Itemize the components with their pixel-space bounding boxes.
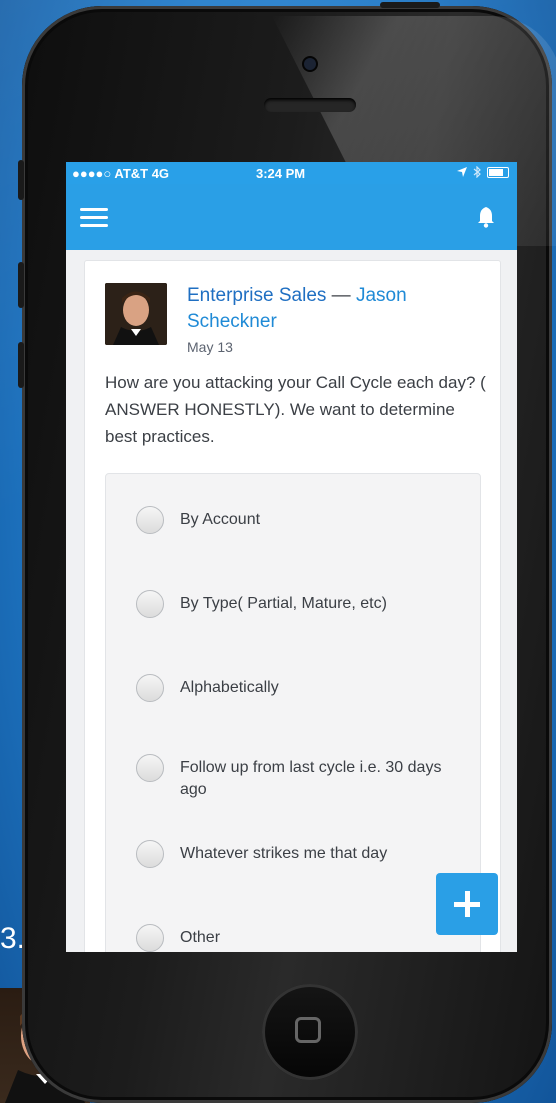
poll-option-label: Follow up from last cycle i.e. 30 days a…	[180, 759, 442, 798]
poll-options-box: By Account By Type( Partial, Mature, etc…	[105, 473, 481, 952]
feed-content: Enterprise Sales — Jason Scheckner May 1…	[66, 250, 517, 952]
phone-screen: ●●●●○ AT&T 4G 3:24 PM Enterprise Sales —…	[66, 162, 517, 952]
app-header	[66, 184, 517, 250]
poll-option[interactable]: Alphabetically	[136, 674, 470, 702]
author-avatar[interactable]	[105, 283, 167, 345]
poll-option[interactable]: By Type( Partial, Mature, etc)	[136, 590, 470, 618]
front-camera	[304, 58, 316, 70]
status-time: 3:24 PM	[256, 166, 306, 181]
poll-option-label: By Type( Partial, Mature, etc)	[180, 595, 387, 612]
poll-option[interactable]: Whatever strikes me that day	[136, 840, 470, 868]
poll-post-card: Enterprise Sales — Jason Scheckner May 1…	[84, 260, 501, 952]
radio-button[interactable]	[136, 840, 164, 868]
group-link[interactable]: Enterprise Sales	[187, 285, 326, 306]
poll-option-label: Alphabetically	[180, 679, 279, 696]
radio-button[interactable]	[136, 674, 164, 702]
status-bar: ●●●●○ AT&T 4G 3:24 PM	[66, 162, 517, 184]
location-arrow-icon	[457, 167, 467, 177]
radio-button[interactable]	[136, 506, 164, 534]
battery-icon	[487, 166, 509, 178]
radio-button[interactable]	[136, 754, 164, 782]
plus-icon[interactable]	[436, 873, 498, 935]
mute-switch	[18, 160, 24, 200]
title-separator: —	[326, 285, 356, 306]
power-button	[380, 2, 440, 8]
home-button-icon[interactable]	[262, 984, 358, 1080]
poll-option-label: By Account	[180, 511, 261, 528]
radio-button[interactable]	[136, 924, 164, 952]
bluetooth-icon	[473, 166, 481, 178]
poll-option-label: Other	[180, 929, 221, 946]
post-header: Enterprise Sales — Jason Scheckner	[187, 283, 487, 335]
carrier-label: ●●●●○ AT&T 4G	[72, 166, 170, 181]
poll-option[interactable]: Follow up from last cycle i.e. 30 days a…	[136, 754, 470, 801]
volume-up-button	[18, 262, 24, 308]
poll-option[interactable]: By Account	[136, 506, 470, 534]
poll-option-label: Whatever strikes me that day	[180, 845, 388, 862]
post-date: May 13	[187, 339, 233, 355]
post-body-text: How are you attacking your Call Cycle ea…	[105, 373, 486, 446]
earpiece-speaker	[264, 98, 356, 112]
volume-down-button	[18, 342, 24, 388]
radio-button[interactable]	[136, 590, 164, 618]
poll-option[interactable]: Other	[136, 924, 470, 952]
bell-icon[interactable]	[477, 206, 495, 228]
hamburger-menu-icon[interactable]	[80, 208, 108, 228]
